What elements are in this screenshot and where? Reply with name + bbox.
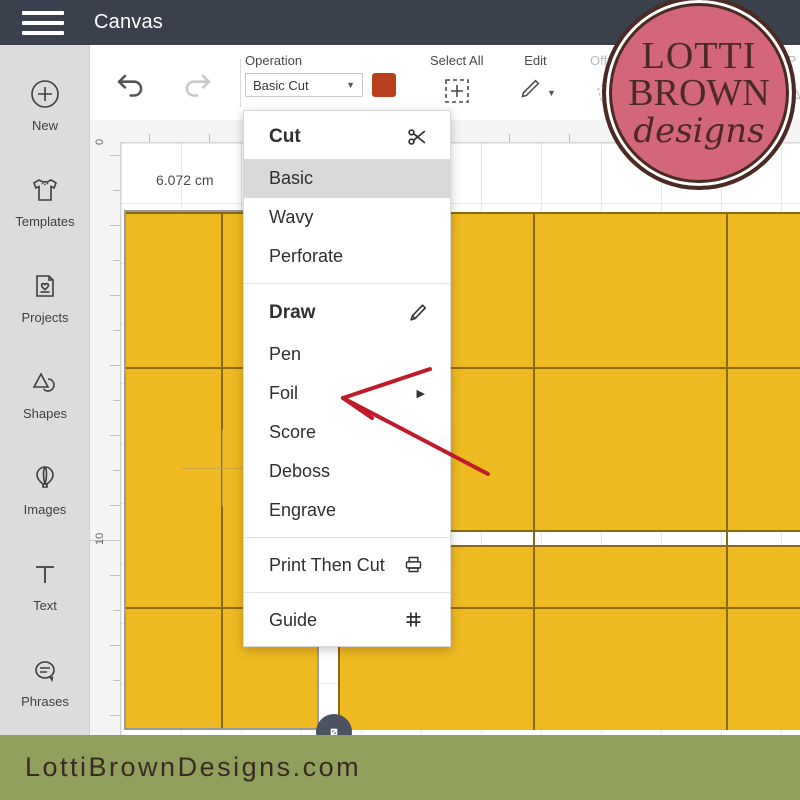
- plus-circle-icon: [28, 77, 62, 111]
- menu-divider: [244, 592, 450, 593]
- menu-item-label: Deboss: [269, 461, 331, 481]
- sidebar-item-images[interactable]: Images: [0, 441, 90, 537]
- operation-selected-value: Basic Cut: [253, 77, 309, 93]
- ruler-label-10: 10: [94, 532, 106, 545]
- operation-controls: Basic Cut ▼: [245, 73, 396, 97]
- printer-icon: [403, 554, 425, 576]
- logo-line-1: LOTTI: [641, 34, 757, 77]
- chevron-down-icon: ▼: [346, 80, 355, 90]
- pen-nib-icon: [406, 302, 428, 324]
- logo-line-2: BROWN: [628, 72, 770, 115]
- sidebar-item-phrases[interactable]: Phrases: [0, 633, 90, 729]
- hot-air-balloon-icon: [28, 461, 62, 495]
- menu-item-basic[interactable]: Basic: [244, 159, 450, 198]
- sidebar-item-label: Phrases: [21, 694, 69, 709]
- marquee-plus-icon[interactable]: [442, 76, 472, 111]
- menu-item-label: Pen: [269, 344, 302, 364]
- hamburger-line: [22, 20, 64, 25]
- toolbar-divider: [240, 59, 241, 107]
- operation-group: Operation Basic Cut ▼: [245, 53, 396, 97]
- vertical-ruler: 0 10: [90, 120, 121, 735]
- chevron-right-icon: ▶: [416, 388, 425, 400]
- speech-bubble-icon: [28, 653, 62, 687]
- sidebar-item-text[interactable]: Text: [0, 537, 90, 633]
- sidebar-item-label: Templates: [15, 214, 75, 229]
- operation-caption: Operation: [245, 53, 303, 68]
- operation-select[interactable]: Basic Cut ▼: [245, 73, 363, 97]
- menu-item-print-then-cut[interactable]: Print Then Cut: [244, 545, 450, 585]
- watermark-logo: LOTTI BROWN designs: [602, 0, 796, 190]
- shapes-icon: [28, 365, 62, 399]
- menu-item-label: Wavy: [269, 207, 314, 227]
- menu-heading-label: Cut: [269, 126, 301, 147]
- card-heart-icon: [28, 269, 62, 303]
- page-title: Canvas: [94, 11, 164, 33]
- operation-dropdown-menu[interactable]: Cut Basic Wavy Perforate Draw Pen Foil ▶…: [243, 110, 451, 647]
- sidebar-item-projects[interactable]: Projects: [0, 249, 90, 345]
- undo-redo-group: [115, 69, 213, 104]
- operation-color-swatch[interactable]: [372, 73, 396, 97]
- grid-hash-icon: [403, 609, 425, 631]
- select-all-group[interactable]: Select All: [430, 53, 483, 111]
- logo-line-3: designs: [633, 111, 765, 152]
- dimension-label: 6.072 cm: [156, 172, 214, 188]
- hamburger-line: [22, 30, 64, 35]
- menu-divider: [244, 283, 450, 284]
- menu-item-perforate[interactable]: Perforate: [244, 237, 450, 276]
- scissors-icon: [406, 126, 428, 148]
- pencil-icon[interactable]: [515, 76, 543, 109]
- menu-item-label: Perforate: [269, 246, 344, 266]
- text-t-icon: [28, 557, 62, 591]
- menu-item-foil[interactable]: Foil ▶: [244, 374, 450, 413]
- hamburger-line: [22, 10, 64, 15]
- sidebar-item-shapes[interactable]: Shapes: [0, 345, 90, 441]
- select-all-caption: Select All: [430, 53, 484, 68]
- menu-heading-label: Draw: [269, 302, 316, 323]
- sidebar-item-label: Images: [23, 502, 67, 517]
- menu-item-wavy[interactable]: Wavy: [244, 198, 450, 237]
- left-sidebar: New Templates Projects Shapes Images Tex…: [0, 45, 90, 735]
- sidebar-item-label: Text: [33, 598, 57, 613]
- menu-section-heading-draw: Draw: [244, 291, 450, 335]
- sidebar-item-label: Shapes: [22, 406, 68, 421]
- menu-section-heading-cut: Cut: [244, 115, 450, 159]
- sidebar-item-label: Projects: [21, 310, 69, 325]
- sidebar-item-label: New: [31, 118, 58, 133]
- menu-item-label: Score: [269, 422, 317, 442]
- footer-website-text: LottiBrownDesigns.com: [25, 752, 362, 782]
- redo-arrow-icon[interactable]: [177, 69, 213, 104]
- menu-item-label: Foil: [269, 383, 299, 403]
- select-all-icon-row: [430, 76, 483, 111]
- menu-item-deboss[interactable]: Deboss: [244, 452, 450, 491]
- app-root: Canvas New Templates Projects Shapes Ima…: [0, 0, 800, 800]
- undo-arrow-icon[interactable]: [115, 69, 151, 104]
- menu-item-guide[interactable]: Guide: [244, 600, 450, 640]
- menu-divider: [244, 537, 450, 538]
- center-crosshair: [222, 430, 223, 506]
- tshirt-icon: [28, 173, 62, 207]
- menu-item-label: Basic: [269, 168, 314, 188]
- ruler-label-0: 0: [94, 138, 106, 145]
- menu-item-label: Print Then Cut: [269, 554, 385, 575]
- menu-item-label: Guide: [269, 609, 318, 630]
- edit-caption: Edit: [524, 53, 547, 68]
- menu-item-engrave[interactable]: Engrave: [244, 491, 450, 530]
- sidebar-item-templates[interactable]: Templates: [0, 153, 90, 249]
- menu-item-score[interactable]: Score: [244, 413, 450, 452]
- edit-group[interactable]: Edit ▼: [515, 53, 556, 109]
- menu-item-label: Engrave: [269, 500, 337, 520]
- edit-icon-row: ▼: [515, 76, 556, 109]
- sidebar-item-new[interactable]: New: [0, 57, 90, 153]
- footer-banner: LottiBrownDesigns.com: [0, 735, 800, 800]
- menu-item-pen[interactable]: Pen: [244, 335, 450, 374]
- hamburger-menu-icon[interactable]: [22, 8, 64, 38]
- chevron-down-icon[interactable]: ▼: [547, 88, 556, 98]
